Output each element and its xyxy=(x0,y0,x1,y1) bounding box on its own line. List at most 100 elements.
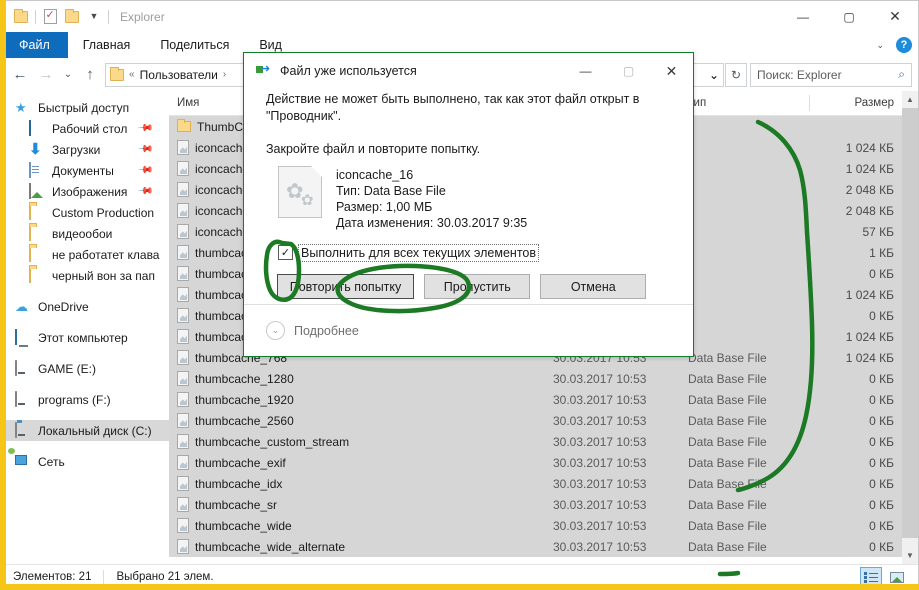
skip-button[interactable]: Пропустить xyxy=(424,274,530,299)
sidebar-item-local-disk-c[interactable]: Локальный диск (C:) xyxy=(1,420,169,441)
sidebar-item-quick-access[interactable]: ★ Быстрый доступ xyxy=(1,97,169,118)
file-icon xyxy=(177,476,189,491)
file-type-cell: Data Base File xyxy=(680,536,810,557)
address-dropdown-icon[interactable]: ⌄ xyxy=(709,68,719,82)
file-icon xyxy=(177,434,189,449)
chevron-down-icon[interactable]: ▼ xyxy=(83,6,105,28)
apply-to-all-checkbox-row[interactable]: ✓ Выполнить для всех текущих элементов xyxy=(266,245,671,260)
apply-to-all-checkbox[interactable]: ✓ xyxy=(278,245,293,260)
vertical-scrollbar[interactable]: ▲ ▼ xyxy=(902,91,918,564)
scroll-down-icon[interactable]: ▼ xyxy=(902,547,918,564)
search-input[interactable]: Поиск: Explorer ⌕ xyxy=(750,63,912,87)
sidebar-item-custom-production[interactable]: Custom Production xyxy=(1,202,169,223)
file-type-cell xyxy=(680,200,810,221)
sidebar-item-label: programs (F:) xyxy=(38,393,111,407)
file-icon xyxy=(177,266,189,281)
file-name-cell[interactable]: thumbcache_sr xyxy=(169,494,545,515)
sidebar-item-pictures[interactable]: Изображения 📌 xyxy=(1,181,169,202)
forward-button[interactable]: → xyxy=(33,62,59,88)
tab-file[interactable]: Файл xyxy=(1,32,68,58)
chevron-down-icon-ribbon[interactable]: ⌄ xyxy=(876,41,884,50)
pin-icon[interactable]: 📌 xyxy=(136,141,153,158)
new-folder-icon[interactable] xyxy=(61,6,83,28)
back-button[interactable]: ← xyxy=(7,62,33,88)
sidebar-item-videooboi[interactable]: видеообои xyxy=(1,223,169,244)
file-name-cell[interactable]: thumbcache_wide_alternate xyxy=(169,536,545,557)
retry-button[interactable]: Повторить попытку xyxy=(277,274,415,299)
large-icons-view-icon xyxy=(890,572,904,583)
help-icon[interactable]: ? xyxy=(896,37,912,53)
file-icon xyxy=(177,224,189,239)
sidebar-item-this-pc[interactable]: Этот компьютер xyxy=(1,327,169,348)
table-row[interactable]: thumbcache_128030.03.2017 10:53Data Base… xyxy=(169,368,902,389)
file-name-cell[interactable]: thumbcache_idx xyxy=(169,473,545,494)
column-header-type[interactable]: Тип xyxy=(679,91,809,116)
cancel-button[interactable]: Отмена xyxy=(540,274,646,299)
file-icon xyxy=(177,203,189,218)
navigation-pane: ★ Быстрый доступ Рабочий стол 📌 ⬇ Загруз… xyxy=(1,91,169,564)
file-date-cell: 30.03.2017 10:53 xyxy=(545,473,680,494)
chevron-down-icon-more[interactable]: ⌄ xyxy=(266,321,285,340)
minimize-button[interactable]: — xyxy=(780,1,826,32)
maximize-button[interactable]: ▢ xyxy=(826,1,872,32)
up-button[interactable]: ↑ xyxy=(77,62,103,88)
properties-icon[interactable] xyxy=(39,6,61,28)
sidebar-item-programs-f[interactable]: programs (F:) xyxy=(1,389,169,410)
table-row[interactable]: thumbcache_custom_stream30.03.2017 10:53… xyxy=(169,431,902,452)
folder-icon[interactable] xyxy=(10,6,32,28)
table-row[interactable]: thumbcache_192030.03.2017 10:53Data Base… xyxy=(169,389,902,410)
close-button[interactable]: ✕ xyxy=(872,1,918,32)
file-name-cell[interactable]: thumbcache_1920 xyxy=(169,389,545,410)
tab-share[interactable]: Поделиться xyxy=(145,32,244,58)
file-name-cell[interactable]: thumbcache_custom_stream xyxy=(169,431,545,452)
table-row[interactable]: thumbcache_sr30.03.2017 10:53Data Base F… xyxy=(169,494,902,515)
breadcrumb-chevron-icon[interactable]: › xyxy=(223,69,226,80)
pin-icon[interactable]: 📌 xyxy=(136,162,153,179)
pin-icon[interactable]: 📌 xyxy=(136,120,153,137)
dialog-buttons: Повторить попытку Пропустить Отмена xyxy=(266,274,671,299)
file-name-cell[interactable]: thumbcache_exif xyxy=(169,452,545,473)
scroll-track[interactable] xyxy=(902,108,918,547)
table-row[interactable]: thumbcache_wide30.03.2017 10:53Data Base… xyxy=(169,515,902,536)
recent-locations-button[interactable]: ⌄ xyxy=(59,62,77,88)
dialog-close-button[interactable]: ✕ xyxy=(650,53,693,89)
tab-home[interactable]: Главная xyxy=(68,32,146,58)
file-icon xyxy=(177,413,189,428)
refresh-button[interactable]: ↻ xyxy=(725,63,747,87)
sidebar-item-downloads[interactable]: ⬇ Загрузки 📌 xyxy=(1,139,169,160)
sidebar-item-ne-rabotatet-klava[interactable]: не работатет клава xyxy=(1,244,169,265)
file-type-cell: Data Base File xyxy=(680,347,810,368)
search-icon[interactable]: ⌕ xyxy=(898,67,905,82)
sidebar-item-game-e[interactable]: GAME (E:) xyxy=(1,358,169,379)
file-name-cell[interactable]: thumbcache_2560 xyxy=(169,410,545,431)
scroll-thumb[interactable] xyxy=(902,108,918,538)
file-icon xyxy=(177,329,189,344)
table-row[interactable]: thumbcache_exif30.03.2017 10:53Data Base… xyxy=(169,452,902,473)
pin-icon[interactable]: 📌 xyxy=(136,183,153,200)
dialog-maximize-button[interactable]: ▢ xyxy=(607,53,650,89)
more-details-link[interactable]: Подробнее xyxy=(294,324,359,338)
column-header-size[interactable]: Размер xyxy=(810,91,902,116)
scroll-up-icon[interactable]: ▲ xyxy=(902,91,918,108)
apply-to-all-label[interactable]: Выполнить для всех текущих элементов xyxy=(300,246,537,260)
file-name-cell[interactable]: thumbcache_wide xyxy=(169,515,545,536)
table-row[interactable]: thumbcache_wide_alternate30.03.2017 10:5… xyxy=(169,536,902,557)
breadcrumb-overflow-icon[interactable]: « xyxy=(129,69,135,80)
file-type-cell: Data Base File xyxy=(680,368,810,389)
toolbar-divider-2 xyxy=(108,10,109,24)
file-name-cell[interactable]: thumbcache_1280 xyxy=(169,368,545,389)
table-row[interactable]: thumbcache_256030.03.2017 10:53Data Base… xyxy=(169,410,902,431)
file-size-cell: 0 КБ xyxy=(810,305,902,326)
sidebar-item-documents[interactable]: Документы 📌 xyxy=(1,160,169,181)
breadcrumb[interactable]: Пользователи xyxy=(140,68,218,82)
sidebar-item-label: OneDrive xyxy=(38,300,89,314)
file-name-label: thumbcache_exif xyxy=(195,456,286,470)
sidebar-item-cherny-von-za-pap[interactable]: черный вон за пап xyxy=(1,265,169,286)
sidebar-item-onedrive[interactable]: ☁ OneDrive xyxy=(1,296,169,317)
file-type-cell xyxy=(680,221,810,242)
drive-icon xyxy=(15,361,31,377)
table-row[interactable]: thumbcache_idx30.03.2017 10:53Data Base … xyxy=(169,473,902,494)
sidebar-item-desktop[interactable]: Рабочий стол 📌 xyxy=(1,118,169,139)
sidebar-item-network[interactable]: Сеть xyxy=(1,451,169,472)
dialog-minimize-button[interactable]: — xyxy=(564,53,607,89)
